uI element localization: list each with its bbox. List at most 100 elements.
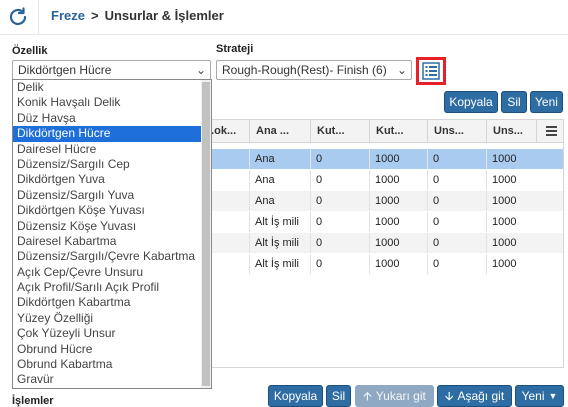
table-cell: 0 [427, 212, 486, 232]
table-cell: 1000 [369, 149, 427, 169]
list-item[interactable]: Delik [13, 80, 211, 95]
list-item[interactable]: Dairesel Hücre [13, 142, 211, 157]
list-item[interactable]: Dairesel Kabartma [13, 234, 211, 249]
list-item[interactable]: Konik Havşalı Delik [13, 95, 211, 110]
move-down-button[interactable]: 🡫 Aşağı git [437, 385, 512, 407]
list-item[interactable]: Düzensiz/Sargılı Cep [13, 157, 211, 172]
list-item[interactable]: Yüzey Özelliği [13, 311, 211, 326]
table-cell: 1000 [369, 170, 427, 190]
table-cell: 0 [310, 233, 369, 253]
table-row[interactable]: Alt İş mili 0 1000 0 1000 [199, 254, 563, 274]
feature-select-value: Dikdörtgen Hücre [18, 63, 112, 77]
refresh-icon[interactable] [6, 5, 30, 29]
dropdown-scrollbar[interactable] [201, 80, 211, 388]
feature-label: Özellik [12, 45, 48, 57]
header-divider [38, 0, 39, 34]
table-row[interactable]: Ana 0 1000 0 1000 [199, 149, 563, 169]
list-icon [422, 62, 440, 80]
table-cell: 1000 [486, 212, 536, 232]
strategy-select-value: Rough-Rough(Rest)- Finish (6) [222, 63, 387, 77]
table-cell: Ana [249, 149, 310, 169]
breadcrumb: Freze > Unsurlar & İşlemler [51, 8, 224, 23]
menu-icon [546, 126, 557, 136]
arrow-up-icon: 🡩 [363, 389, 372, 403]
table-cell: 0 [310, 191, 369, 211]
breadcrumb-separator: > [90, 8, 99, 23]
column-header[interactable]: Kut... [369, 120, 427, 143]
scrollbar-thumb[interactable] [202, 82, 210, 386]
column-header[interactable]: Kut... [310, 120, 369, 143]
list-item[interactable]: Düzensiz Köşe Yuvası [13, 219, 211, 234]
arrow-down-icon: 🡫 [444, 389, 454, 403]
table-cell: 0 [310, 170, 369, 190]
table-cell: 1000 [486, 149, 536, 169]
delete-operation-label: Sil [331, 389, 346, 403]
feature-select[interactable]: Dikdörtgen Hücre ⌄ [12, 60, 211, 80]
strategy-label: Strateji [216, 43, 254, 55]
move-up-label: Yukarı git [375, 389, 426, 403]
list-item[interactable]: Açık Profil/Sarılı Açık Profil [13, 280, 211, 295]
column-header[interactable]: Uns... [427, 120, 486, 143]
table-cell: 1000 [369, 233, 427, 253]
copy-button[interactable]: Kopyala [444, 91, 498, 113]
table-cell: 0 [310, 149, 369, 169]
table-cell: 1000 [486, 233, 536, 253]
table-cell: 0 [427, 149, 486, 169]
table-cell: Alt İş mili [249, 233, 310, 253]
list-item[interactable]: Düz Havşa [13, 111, 211, 126]
operations-grid: ...ok... Ana ... Kut... Kut... Uns... Un… [198, 119, 564, 368]
delete-button[interactable]: Sil [501, 91, 527, 113]
table-cell: 0 [427, 170, 486, 190]
list-item[interactable]: Dikdörtgen Köşe Yuvası [13, 203, 211, 218]
list-view-button[interactable] [416, 57, 446, 85]
new-operation-label: Yeni [521, 389, 545, 403]
table-cell: 1000 [369, 212, 427, 232]
table-cell: 1000 [369, 191, 427, 211]
table-cell: 1000 [486, 254, 536, 274]
table-cell: Ana [249, 191, 310, 211]
list-item[interactable]: Düzensiz/Sargılı Yuva [13, 188, 211, 203]
move-down-label: Aşağı git [457, 389, 505, 403]
chevron-down-icon: ⌄ [396, 63, 407, 77]
table-cell: 1000 [369, 254, 427, 274]
column-menu[interactable] [536, 120, 563, 143]
table-row[interactable]: Alt İş mili 0 1000 0 1000 [199, 212, 563, 232]
table-cell: Alt İş mili [249, 212, 310, 232]
breadcrumb-root[interactable]: Freze [51, 8, 85, 23]
table-cell: 1000 [486, 191, 536, 211]
list-item[interactable]: Dikdörtgen Kabartma [13, 295, 211, 310]
grid-header: ...ok... Ana ... Kut... Kut... Uns... Un… [199, 120, 563, 143]
new-operation-button[interactable]: Yeni ▼ [515, 385, 564, 407]
feature-dropdown-list[interactable]: Delik Konik Havşalı Delik Düz Havşa Dikd… [12, 79, 212, 389]
table-row[interactable]: Ana 0 1000 0 1000 [199, 170, 563, 190]
operations-section-label: İşlemler [12, 395, 54, 407]
chevron-down-icon: ⌄ [195, 63, 206, 77]
delete-operation-button[interactable]: Sil [326, 385, 351, 407]
table-row[interactable]: Ana 0 1000 0 1000 [199, 191, 563, 211]
list-item[interactable]: Açık Cep/Çevre Unsuru [13, 265, 211, 280]
copy-operation-button[interactable]: Kopyala [268, 385, 323, 407]
table-cell: 0 [427, 191, 486, 211]
column-header[interactable]: Uns... [486, 120, 536, 143]
list-item[interactable]: Düzensiz/Sargılı/Çevre Kabartma [13, 249, 211, 264]
list-item[interactable]: Çok Yüzeyli Unsur [13, 326, 211, 341]
list-item[interactable]: Obrund Kabartma [13, 357, 211, 372]
table-cell: 0 [427, 233, 486, 253]
list-item[interactable]: Gravür [13, 372, 211, 387]
strategy-select[interactable]: Rough-Rough(Rest)- Finish (6) ⌄ [216, 60, 412, 80]
caret-down-icon: ▼ [548, 391, 558, 401]
list-item-selected[interactable]: Dikdörtgen Hücre [13, 126, 211, 142]
table-cell: Alt İş mili [249, 254, 310, 274]
new-button[interactable]: Yeni [530, 91, 563, 113]
table-cell: 0 [310, 212, 369, 232]
table-cell: 1000 [486, 170, 536, 190]
list-item[interactable]: Dikdörtgen Yuva [13, 172, 211, 187]
header-bottom-border [0, 34, 568, 35]
table-cell: 0 [427, 254, 486, 274]
column-header[interactable]: Ana ... [249, 120, 310, 143]
table-row[interactable]: Alt İş mili 0 1000 0 1000 [199, 233, 563, 253]
list-item[interactable]: Obrund Hücre [13, 342, 211, 357]
copy-operation-label: Kopyala [273, 389, 318, 403]
move-up-button[interactable]: 🡩 Yukarı git [355, 385, 434, 407]
breadcrumb-current: Unsurlar & İşlemler [104, 8, 224, 23]
